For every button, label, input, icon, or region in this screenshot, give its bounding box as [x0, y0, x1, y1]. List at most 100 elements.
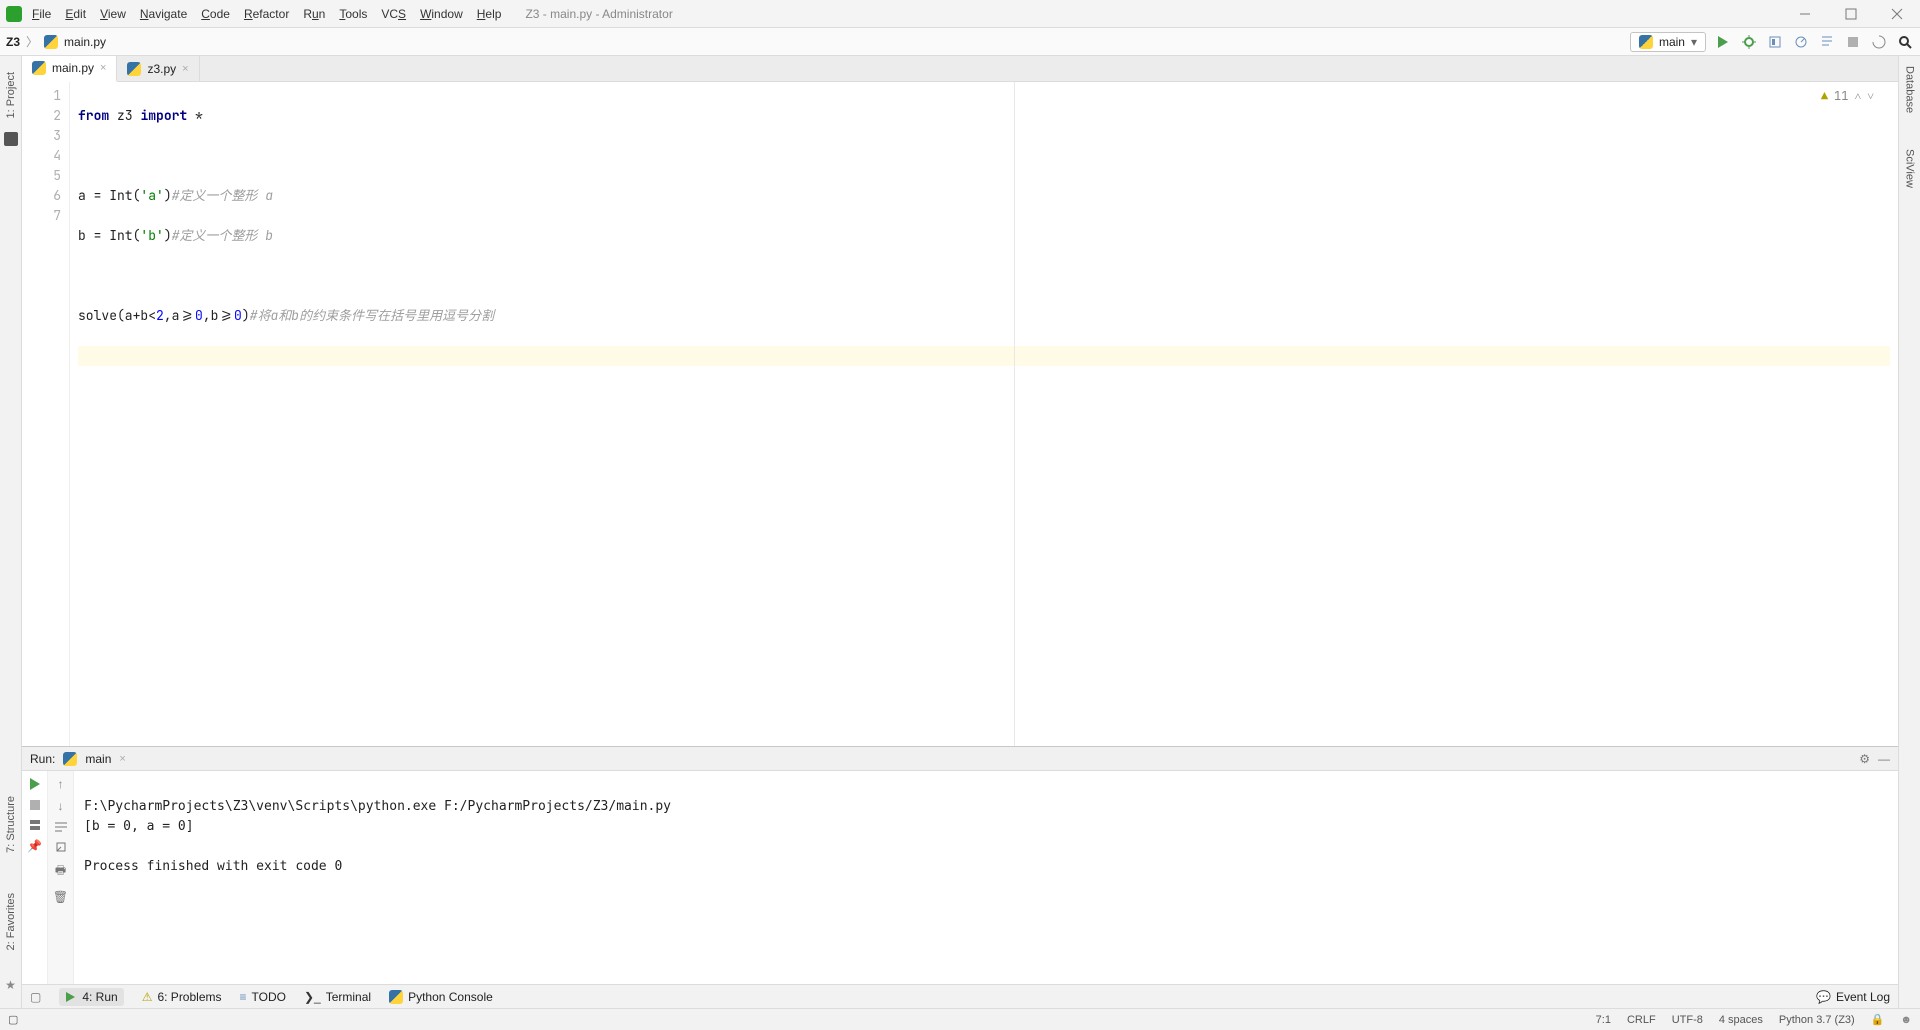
toolwindow-favorites[interactable]: 2: Favorites	[5, 889, 17, 954]
lock-icon[interactable]: 🔒	[1871, 1013, 1885, 1026]
menu-tools[interactable]: Tools	[339, 7, 367, 21]
breadcrumb-file[interactable]: main.py	[64, 35, 106, 49]
console-output[interactable]: F:\PycharmProjects\Z3\venv\Scripts\pytho…	[74, 771, 1898, 984]
code-token: )	[242, 307, 250, 324]
status-encoding[interactable]: UTF-8	[1672, 1014, 1703, 1026]
right-tool-strip: Database SciView	[1898, 56, 1920, 1008]
editor[interactable]: 1 2 3 4 5 6 7 from z3 import * a = Int('…	[22, 82, 1898, 746]
layout-button[interactable]	[29, 819, 41, 831]
menu-window[interactable]: Window	[420, 7, 463, 21]
minimize-icon[interactable]: —	[1878, 752, 1890, 766]
menu-edit[interactable]: Edit	[65, 7, 86, 21]
menu-run[interactable]: Run	[303, 7, 325, 21]
project-icon[interactable]	[4, 132, 18, 146]
tab-label: Python Console	[408, 990, 493, 1004]
menu-vcs[interactable]: VCS	[381, 7, 406, 21]
close-icon[interactable]: ×	[119, 753, 125, 765]
line-number: 2	[22, 106, 61, 126]
search-everywhere-button[interactable]	[1896, 33, 1914, 51]
profile-button[interactable]	[1792, 33, 1810, 51]
status-interpreter[interactable]: Python 3.7 (Z3)	[1779, 1014, 1855, 1026]
line-number: 7	[22, 206, 61, 226]
up-icon[interactable]: ↑	[58, 777, 64, 791]
toolwindow-sciview[interactable]: SciView	[1904, 145, 1916, 192]
tab-main-py[interactable]: main.py ×	[22, 56, 117, 82]
maximize-button[interactable]	[1828, 0, 1874, 28]
print-icon[interactable]: 🖶	[55, 861, 66, 882]
status-position[interactable]: 7:1	[1596, 1014, 1611, 1026]
statusbar: ▢ 7:1 CRLF UTF-8 4 spaces Python 3.7 (Z3…	[0, 1008, 1920, 1030]
run-tool-window: Run: main × ⚙ — 📌 ↑ ↓	[22, 746, 1898, 984]
close-icon[interactable]: ×	[100, 62, 106, 74]
update-running-button[interactable]	[1870, 33, 1888, 51]
toolwindow-database[interactable]: Database	[1904, 62, 1916, 117]
stop-button[interactable]	[29, 799, 41, 811]
menu-navigate[interactable]: Navigate	[140, 7, 187, 21]
code-token: solve(a+b<	[78, 307, 156, 324]
terminal-icon: ❯_	[304, 990, 321, 1004]
close-button[interactable]	[1874, 0, 1920, 28]
speech-icon: 💬	[1816, 990, 1831, 1004]
line-number: 5	[22, 166, 61, 186]
pin-button[interactable]: 📌	[27, 839, 42, 853]
run-button[interactable]	[1714, 33, 1732, 51]
menu-refactor[interactable]: Refactor	[244, 7, 289, 21]
tab-label: z3.py	[147, 62, 176, 76]
titlebar: File Edit View Navigate Code Refactor Ru…	[0, 0, 1920, 28]
close-icon[interactable]: ×	[182, 63, 188, 75]
toolwindow-project[interactable]: 1: Project	[5, 68, 17, 122]
line-number: 3	[22, 126, 61, 146]
code-token: z3	[117, 107, 133, 124]
wrap-icon[interactable]	[54, 821, 68, 833]
tab-run[interactable]: 4: Run	[59, 988, 123, 1006]
chevron-up-icon[interactable]: ˄	[1854, 88, 1861, 104]
tab-label: Event Log	[1836, 990, 1890, 1004]
menu-view[interactable]: View	[100, 7, 126, 21]
chevron-down-icon[interactable]: ˅	[1867, 88, 1874, 104]
coverage-button[interactable]	[1766, 33, 1784, 51]
tab-todo[interactable]: ≡ TODO	[240, 990, 286, 1004]
run-side-toolbar-2: ↑ ↓ 🖶 🗑	[48, 771, 74, 984]
toolwindow-structure[interactable]: 7: Structure	[5, 792, 17, 857]
inspector-icon[interactable]: ☻	[1900, 1014, 1912, 1026]
code-token: import	[140, 107, 187, 124]
python-icon	[389, 990, 403, 1004]
gear-icon[interactable]: ⚙	[1859, 752, 1870, 766]
tab-z3-py[interactable]: z3.py ×	[117, 56, 199, 81]
tab-event-log[interactable]: 💬 Event Log	[1816, 990, 1890, 1004]
console-line: F:\PycharmProjects\Z3\venv\Scripts\pytho…	[84, 799, 671, 814]
minimize-button[interactable]	[1782, 0, 1828, 28]
tab-terminal[interactable]: ❯_ Terminal	[304, 990, 371, 1004]
left-tool-strip: 1: Project 7: Structure 2: Favorites ★	[0, 56, 22, 1008]
rerun-button[interactable]	[28, 777, 42, 791]
line-number: 4	[22, 146, 61, 166]
attach-button[interactable]	[1818, 33, 1836, 51]
tab-python-console[interactable]: Python Console	[389, 990, 493, 1004]
trash-icon[interactable]: 🗑	[53, 890, 68, 904]
console-line: [b = 0, a = 0]	[84, 819, 194, 834]
menu-code[interactable]: Code	[201, 7, 230, 21]
run-config-selector[interactable]: main ▾	[1630, 32, 1706, 52]
breadcrumb-project[interactable]: Z3	[6, 35, 20, 49]
run-config-tab[interactable]: main	[85, 752, 111, 766]
debug-button[interactable]	[1740, 33, 1758, 51]
down-icon[interactable]: ↓	[58, 799, 64, 813]
python-icon	[63, 752, 77, 766]
code-token: #定义一个整形 a	[172, 187, 273, 204]
app-icon	[6, 6, 22, 22]
menu-file[interactable]: File	[32, 7, 51, 21]
status-eol[interactable]: CRLF	[1627, 1014, 1656, 1026]
tab-problems[interactable]: ⚠ 6: Problems	[142, 990, 222, 1004]
inspection-widget[interactable]: ▲ 11 ˄ ˅	[1821, 88, 1874, 104]
stop-button[interactable]	[1844, 33, 1862, 51]
line-number: 6	[22, 186, 61, 206]
collapse-icon[interactable]: ▢	[30, 990, 41, 1004]
status-indent[interactable]: 4 spaces	[1719, 1014, 1763, 1026]
scroll-icon[interactable]	[55, 841, 67, 853]
menu-help[interactable]: Help	[477, 7, 502, 21]
window-title: Z3 - main.py - Administrator	[525, 7, 672, 21]
code-area[interactable]: from z3 import * a = Int('a')#定义一个整形 a b…	[70, 82, 1898, 746]
navbar: Z3 〉 main.py main ▾	[0, 28, 1920, 56]
toolwindow-toggle-icon[interactable]: ▢	[8, 1013, 18, 1026]
warning-icon: ⚠	[142, 990, 153, 1004]
